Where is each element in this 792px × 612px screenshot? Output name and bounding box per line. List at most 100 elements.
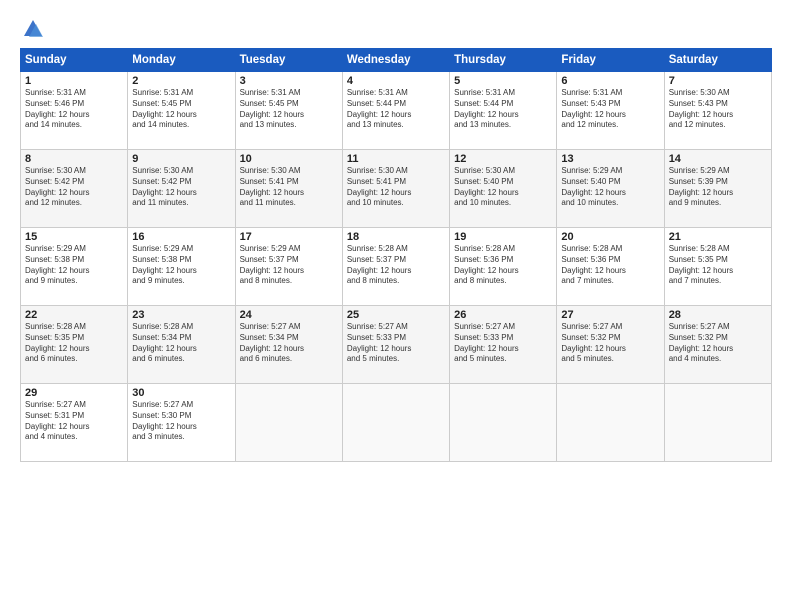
calendar-cell: 3Sunrise: 5:31 AM Sunset: 5:45 PM Daylig… xyxy=(235,72,342,150)
calendar-cell: 19Sunrise: 5:28 AM Sunset: 5:36 PM Dayli… xyxy=(450,228,557,306)
weekday-header-saturday: Saturday xyxy=(664,49,771,72)
cell-info: Sunrise: 5:31 AM Sunset: 5:44 PM Dayligh… xyxy=(454,88,552,131)
day-number: 30 xyxy=(132,387,230,399)
cell-info: Sunrise: 5:27 AM Sunset: 5:30 PM Dayligh… xyxy=(132,400,230,443)
cell-info: Sunrise: 5:30 AM Sunset: 5:41 PM Dayligh… xyxy=(347,166,445,209)
calendar-cell: 12Sunrise: 5:30 AM Sunset: 5:40 PM Dayli… xyxy=(450,150,557,228)
weekday-header-friday: Friday xyxy=(557,49,664,72)
cell-info: Sunrise: 5:28 AM Sunset: 5:35 PM Dayligh… xyxy=(25,322,123,365)
cell-info: Sunrise: 5:30 AM Sunset: 5:41 PM Dayligh… xyxy=(240,166,338,209)
logo-icon xyxy=(22,18,44,40)
day-number: 3 xyxy=(240,75,338,87)
calendar-cell: 21Sunrise: 5:28 AM Sunset: 5:35 PM Dayli… xyxy=(664,228,771,306)
day-number: 22 xyxy=(25,309,123,321)
cell-info: Sunrise: 5:27 AM Sunset: 5:32 PM Dayligh… xyxy=(561,322,659,365)
cell-info: Sunrise: 5:29 AM Sunset: 5:38 PM Dayligh… xyxy=(132,244,230,287)
cell-info: Sunrise: 5:29 AM Sunset: 5:40 PM Dayligh… xyxy=(561,166,659,209)
calendar-cell: 2Sunrise: 5:31 AM Sunset: 5:45 PM Daylig… xyxy=(128,72,235,150)
calendar-cell: 25Sunrise: 5:27 AM Sunset: 5:33 PM Dayli… xyxy=(342,306,449,384)
day-number: 5 xyxy=(454,75,552,87)
day-number: 21 xyxy=(669,231,767,243)
cell-info: Sunrise: 5:27 AM Sunset: 5:34 PM Dayligh… xyxy=(240,322,338,365)
calendar-week-5: 29Sunrise: 5:27 AM Sunset: 5:31 PM Dayli… xyxy=(21,384,772,462)
cell-info: Sunrise: 5:30 AM Sunset: 5:43 PM Dayligh… xyxy=(669,88,767,131)
weekday-header-thursday: Thursday xyxy=(450,49,557,72)
calendar-cell xyxy=(557,384,664,462)
calendar-cell: 30Sunrise: 5:27 AM Sunset: 5:30 PM Dayli… xyxy=(128,384,235,462)
calendar-cell: 27Sunrise: 5:27 AM Sunset: 5:32 PM Dayli… xyxy=(557,306,664,384)
day-number: 23 xyxy=(132,309,230,321)
calendar-cell: 15Sunrise: 5:29 AM Sunset: 5:38 PM Dayli… xyxy=(21,228,128,306)
header xyxy=(20,18,772,40)
cell-info: Sunrise: 5:30 AM Sunset: 5:42 PM Dayligh… xyxy=(132,166,230,209)
day-number: 11 xyxy=(347,153,445,165)
day-number: 9 xyxy=(132,153,230,165)
day-number: 20 xyxy=(561,231,659,243)
calendar-week-1: 1Sunrise: 5:31 AM Sunset: 5:46 PM Daylig… xyxy=(21,72,772,150)
day-number: 19 xyxy=(454,231,552,243)
cell-info: Sunrise: 5:28 AM Sunset: 5:34 PM Dayligh… xyxy=(132,322,230,365)
cell-info: Sunrise: 5:28 AM Sunset: 5:37 PM Dayligh… xyxy=(347,244,445,287)
cell-info: Sunrise: 5:27 AM Sunset: 5:33 PM Dayligh… xyxy=(454,322,552,365)
cell-info: Sunrise: 5:31 AM Sunset: 5:46 PM Dayligh… xyxy=(25,88,123,131)
calendar-cell: 17Sunrise: 5:29 AM Sunset: 5:37 PM Dayli… xyxy=(235,228,342,306)
calendar-cell: 4Sunrise: 5:31 AM Sunset: 5:44 PM Daylig… xyxy=(342,72,449,150)
calendar-cell: 1Sunrise: 5:31 AM Sunset: 5:46 PM Daylig… xyxy=(21,72,128,150)
calendar-cell: 22Sunrise: 5:28 AM Sunset: 5:35 PM Dayli… xyxy=(21,306,128,384)
day-number: 12 xyxy=(454,153,552,165)
day-number: 7 xyxy=(669,75,767,87)
day-number: 15 xyxy=(25,231,123,243)
calendar-cell xyxy=(450,384,557,462)
cell-info: Sunrise: 5:31 AM Sunset: 5:45 PM Dayligh… xyxy=(240,88,338,131)
logo xyxy=(20,18,44,40)
day-number: 8 xyxy=(25,153,123,165)
day-number: 18 xyxy=(347,231,445,243)
calendar-cell: 20Sunrise: 5:28 AM Sunset: 5:36 PM Dayli… xyxy=(557,228,664,306)
weekday-header-wednesday: Wednesday xyxy=(342,49,449,72)
day-number: 25 xyxy=(347,309,445,321)
day-number: 17 xyxy=(240,231,338,243)
weekday-header-sunday: Sunday xyxy=(21,49,128,72)
calendar-cell: 5Sunrise: 5:31 AM Sunset: 5:44 PM Daylig… xyxy=(450,72,557,150)
day-number: 24 xyxy=(240,309,338,321)
day-number: 29 xyxy=(25,387,123,399)
page: SundayMondayTuesdayWednesdayThursdayFrid… xyxy=(0,0,792,612)
calendar-cell: 29Sunrise: 5:27 AM Sunset: 5:31 PM Dayli… xyxy=(21,384,128,462)
day-number: 28 xyxy=(669,309,767,321)
calendar-cell xyxy=(664,384,771,462)
cell-info: Sunrise: 5:31 AM Sunset: 5:43 PM Dayligh… xyxy=(561,88,659,131)
day-number: 4 xyxy=(347,75,445,87)
day-number: 16 xyxy=(132,231,230,243)
cell-info: Sunrise: 5:28 AM Sunset: 5:36 PM Dayligh… xyxy=(561,244,659,287)
cell-info: Sunrise: 5:31 AM Sunset: 5:44 PM Dayligh… xyxy=(347,88,445,131)
calendar-cell xyxy=(235,384,342,462)
calendar-cell: 23Sunrise: 5:28 AM Sunset: 5:34 PM Dayli… xyxy=(128,306,235,384)
calendar-cell: 7Sunrise: 5:30 AM Sunset: 5:43 PM Daylig… xyxy=(664,72,771,150)
calendar-cell: 24Sunrise: 5:27 AM Sunset: 5:34 PM Dayli… xyxy=(235,306,342,384)
cell-info: Sunrise: 5:28 AM Sunset: 5:35 PM Dayligh… xyxy=(669,244,767,287)
calendar-cell: 18Sunrise: 5:28 AM Sunset: 5:37 PM Dayli… xyxy=(342,228,449,306)
cell-info: Sunrise: 5:27 AM Sunset: 5:31 PM Dayligh… xyxy=(25,400,123,443)
day-number: 2 xyxy=(132,75,230,87)
calendar-body: 1Sunrise: 5:31 AM Sunset: 5:46 PM Daylig… xyxy=(21,72,772,462)
day-number: 14 xyxy=(669,153,767,165)
weekday-header-tuesday: Tuesday xyxy=(235,49,342,72)
day-number: 13 xyxy=(561,153,659,165)
calendar-cell: 16Sunrise: 5:29 AM Sunset: 5:38 PM Dayli… xyxy=(128,228,235,306)
calendar-cell: 14Sunrise: 5:29 AM Sunset: 5:39 PM Dayli… xyxy=(664,150,771,228)
day-number: 6 xyxy=(561,75,659,87)
cell-info: Sunrise: 5:31 AM Sunset: 5:45 PM Dayligh… xyxy=(132,88,230,131)
day-number: 26 xyxy=(454,309,552,321)
cell-info: Sunrise: 5:29 AM Sunset: 5:39 PM Dayligh… xyxy=(669,166,767,209)
cell-info: Sunrise: 5:30 AM Sunset: 5:42 PM Dayligh… xyxy=(25,166,123,209)
calendar-table: SundayMondayTuesdayWednesdayThursdayFrid… xyxy=(20,48,772,462)
cell-info: Sunrise: 5:27 AM Sunset: 5:32 PM Dayligh… xyxy=(669,322,767,365)
day-number: 1 xyxy=(25,75,123,87)
calendar-cell xyxy=(342,384,449,462)
calendar-week-2: 8Sunrise: 5:30 AM Sunset: 5:42 PM Daylig… xyxy=(21,150,772,228)
cell-info: Sunrise: 5:27 AM Sunset: 5:33 PM Dayligh… xyxy=(347,322,445,365)
calendar-week-3: 15 Sunrise: 5:29 AM Sunset: 5:38 PM Dayli… xyxy=(21,228,772,306)
calendar-week-4: 22Sunrise: 5:28 AM Sunset: 5:35 PM Dayli… xyxy=(21,306,772,384)
weekday-header-monday: Monday xyxy=(128,49,235,72)
calendar-cell: 28Sunrise: 5:27 AM Sunset: 5:32 PM Dayli… xyxy=(664,306,771,384)
